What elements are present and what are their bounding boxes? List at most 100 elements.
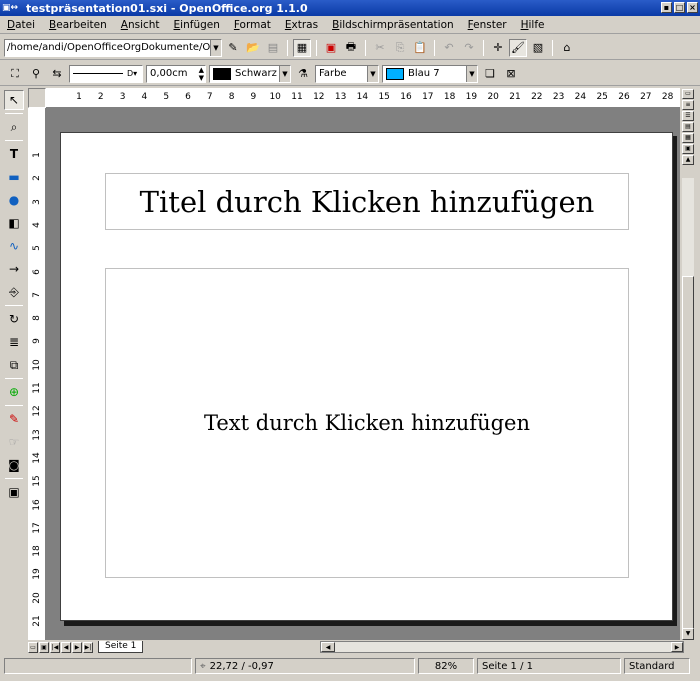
line-color-select[interactable]: Schwarz ▼: [209, 64, 291, 83]
function-toolbar: /home/andi/OpenOfficeOrgDokumente/Opera …: [0, 36, 700, 60]
spin-icon[interactable]: ▲ ▼: [199, 66, 204, 82]
scroll-thumb[interactable]: [682, 276, 694, 634]
area-style-select[interactable]: Farbe ▼: [315, 64, 379, 83]
3d-object-tool-icon[interactable]: ◧: [4, 213, 24, 233]
navigator-icon[interactable]: ✛: [489, 39, 507, 57]
menu-datei[interactable]: Datei: [0, 19, 42, 31]
close-button[interactable]: ×: [687, 2, 698, 13]
menu-fenster[interactable]: Fenster: [461, 19, 514, 31]
arrow-style-icon[interactable]: ⇆: [48, 65, 66, 83]
status-zoom[interactable]: 82%: [418, 658, 474, 674]
ruler-tick: 14: [32, 452, 42, 464]
url-dropdown-icon[interactable]: ▼: [210, 39, 221, 56]
first-slide-icon[interactable]: |◀: [50, 641, 60, 653]
cut-icon[interactable]: ✂: [371, 39, 389, 57]
line-style-select[interactable]: D▾: [69, 64, 143, 83]
rotate-tool-icon[interactable]: ↻: [4, 309, 24, 329]
position-size-icon[interactable]: ⊠: [502, 65, 520, 83]
view-sorter-icon[interactable]: ▣: [682, 144, 694, 154]
url-field[interactable]: /home/andi/OpenOfficeOrgDokumente/Opera …: [4, 38, 222, 57]
menu-bildschirmpraesentation[interactable]: Bildschirmpräsentation: [325, 19, 461, 31]
maximize-button[interactable]: □: [674, 2, 685, 13]
scroll-left-icon[interactable]: ◀: [321, 642, 335, 652]
undo-icon[interactable]: ↶: [440, 39, 458, 57]
area-color-dropdown-icon[interactable]: ▼: [466, 65, 477, 82]
prev-slide-icon[interactable]: ◀: [61, 641, 71, 653]
stylist-icon[interactable]: 🖌: [509, 38, 527, 57]
shadow-icon[interactable]: ❏: [481, 65, 499, 83]
line-color-dropdown-icon[interactable]: ▼: [279, 65, 290, 82]
ruler-corner[interactable]: [28, 88, 46, 108]
print-icon[interactable]: 🖶: [342, 39, 360, 57]
view-notes-icon[interactable]: ▤: [682, 122, 694, 132]
edit-file-icon[interactable]: ✎: [224, 39, 242, 57]
ruler-tick: 12: [313, 92, 325, 102]
scroll-up-icon[interactable]: ▲: [682, 155, 694, 165]
next-slide-icon[interactable]: ▶: [72, 641, 82, 653]
zoom-icon[interactable]: ⌕: [4, 117, 24, 137]
view-drawing-icon[interactable]: ▭: [682, 89, 694, 99]
scroll-down-icon[interactable]: ▼: [682, 628, 694, 640]
line-icon[interactable]: ⚲: [27, 65, 45, 83]
rectangle-tool-icon[interactable]: ▬: [4, 167, 24, 187]
menu-extras[interactable]: Extras: [278, 19, 325, 31]
connector-tool-icon[interactable]: ⎆: [4, 282, 24, 302]
line-style-dropdown-icon[interactable]: D▾: [127, 69, 137, 78]
vertical-scrollbar[interactable]: ▭ ≡ ☰ ▤ ▦ ▣ ▲ ▼: [680, 88, 696, 640]
title-placeholder[interactable]: Titel durch Klicken hinzufügen: [105, 173, 629, 230]
horizontal-ruler[interactable]: 1 2 3 4 5 6 7 8 9 10 11 12 13 14 15 16 17 18 19 20 21 22 23 24 2…: [46, 88, 680, 108]
tab-seite-1[interactable]: Seite 1: [98, 641, 144, 653]
curve-tool-icon[interactable]: ∿: [4, 236, 24, 256]
text-tool-icon[interactable]: T: [4, 144, 24, 164]
alignment-tool-icon[interactable]: ≣: [4, 332, 24, 352]
view-outline-icon[interactable]: ≡: [682, 100, 694, 110]
area-icon[interactable]: ⚗: [294, 65, 312, 83]
menu-ansicht[interactable]: Ansicht: [114, 19, 167, 31]
area-color-select[interactable]: Blau 7 ▼: [382, 64, 478, 83]
data-sources-icon[interactable]: ⌂: [558, 39, 576, 57]
interaction-tool-icon[interactable]: ☞: [4, 432, 24, 452]
scroll-right-icon[interactable]: ▶: [671, 642, 683, 652]
text-placeholder[interactable]: Text durch Klicken hinzufügen: [105, 268, 629, 578]
line-width-field[interactable]: 0,00cm ▲ ▼: [146, 64, 206, 83]
3d-controller-icon[interactable]: ◙: [4, 455, 24, 475]
ruler-tick: 13: [334, 92, 347, 102]
horizontal-scrollbar[interactable]: ◀ ▶: [320, 641, 684, 653]
ellipse-tool-icon[interactable]: ●: [4, 190, 24, 210]
view-handout-icon[interactable]: ▦: [682, 133, 694, 143]
area-style-dropdown-icon[interactable]: ▼: [367, 65, 378, 82]
master-view-icon[interactable]: ▣: [39, 641, 49, 653]
edit-mode-icon[interactable]: ▦: [293, 38, 311, 57]
insert-tool-icon[interactable]: ⊕: [4, 382, 24, 402]
save-icon[interactable]: ▤: [264, 39, 282, 57]
select-arrow-icon[interactable]: ↖: [4, 90, 24, 110]
gallery-icon[interactable]: ▧: [529, 39, 547, 57]
open-folder-icon[interactable]: 📂: [244, 39, 262, 57]
app-icon[interactable]: ▣↔: [2, 2, 26, 14]
slide-show-icon[interactable]: ▣: [4, 482, 24, 502]
effects-tool-icon[interactable]: ✎: [4, 409, 24, 429]
slide-work-area[interactable]: Titel durch Klicken hinzufügen Text durc…: [46, 108, 680, 640]
drawing-view-icon[interactable]: ▭: [28, 641, 38, 653]
menu-hilfe[interactable]: Hilfe: [514, 19, 552, 31]
export-pdf-icon[interactable]: ▣: [322, 39, 340, 57]
line-arrow-tool-icon[interactable]: →: [4, 259, 24, 279]
arrange-tool-icon[interactable]: ⧉: [4, 355, 24, 375]
vertical-ruler[interactable]: 1 2 3 4 5 6 7 8 9 10 11 12 13 14 15 16 17 18 19 20 21: [28, 108, 46, 640]
separator: [552, 39, 553, 56]
object-bar-icon[interactable]: ⛶: [6, 65, 24, 83]
ruler-tick: 16: [32, 498, 42, 511]
menu-einfuegen[interactable]: Einfügen: [167, 19, 227, 31]
menu-format[interactable]: Format: [227, 19, 278, 31]
minimize-button[interactable]: ▪: [661, 2, 672, 13]
position-icon: ⌖: [200, 660, 206, 672]
menu-bearbeiten[interactable]: Bearbeiten: [42, 19, 114, 31]
last-slide-icon[interactable]: ▶|: [83, 641, 93, 653]
view-slides-icon[interactable]: ☰: [682, 111, 694, 121]
slide-page[interactable]: Titel durch Klicken hinzufügen Text durc…: [60, 132, 673, 621]
copy-icon[interactable]: ⎘: [391, 39, 409, 57]
separator: [5, 305, 23, 306]
status-layout: Standard: [624, 658, 690, 674]
redo-icon[interactable]: ↷: [460, 39, 478, 57]
paste-icon[interactable]: 📋: [411, 39, 429, 57]
